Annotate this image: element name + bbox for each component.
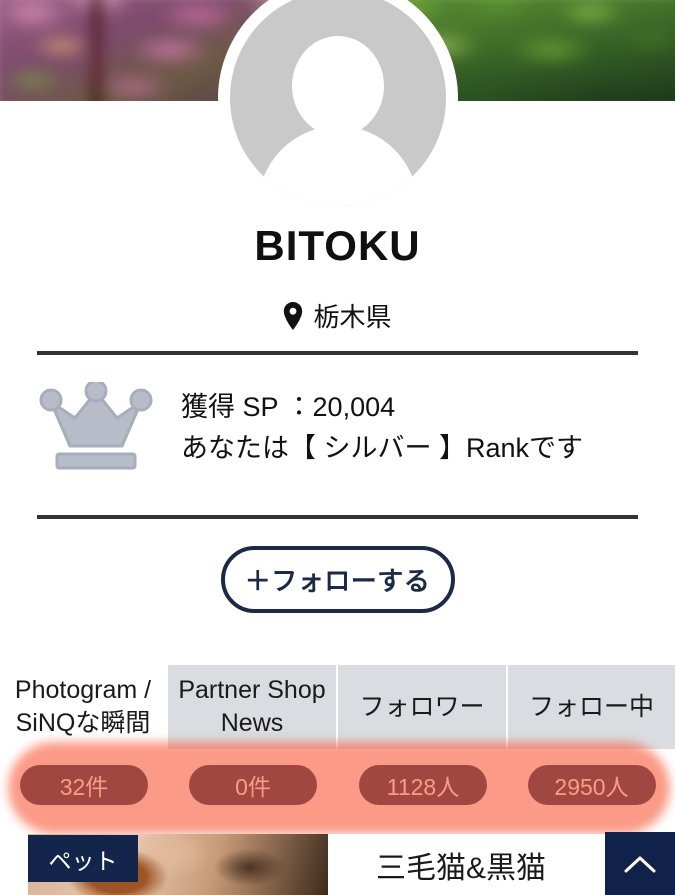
post-title: 三毛猫&黒猫 [375,851,546,885]
follow-button[interactable]: ＋フォローする [220,546,455,613]
count-badge-partner-shop-news[interactable]: 0件 [189,765,317,805]
count-badge-following[interactable]: 2950人 [527,765,656,805]
page-title: BITOKU [254,222,421,269]
tab-count-row: 32件 0件 1128人 2950人 [0,749,675,821]
count-cell-partner-shop-news: 0件 [168,749,338,821]
tab-photogram[interactable]: Photogram / SiNQな瞬間 [0,665,168,749]
sp-line: 獲得 SP ：20,004 [181,392,396,423]
count-cell-photogram: 32件 [0,749,168,821]
tab-followers[interactable]: フォロワー [338,665,508,749]
profile-tabs: Photogram / SiNQな瞬間 Partner Shop News フォ… [0,665,675,749]
divider-bottom [37,515,638,519]
profile-screen: BITOKU 栃木県 獲得 SP ：20,004 あなたは【 シルバー 】Ran… [0,0,675,895]
count-cell-following: 2950人 [508,749,675,821]
rank-section: 獲得 SP ：20,004 あなたは【 シルバー 】Rankです [37,382,583,474]
default-avatar-icon [229,0,446,206]
profile-location-label: 栃木県 [313,302,392,332]
map-pin-icon [284,301,303,330]
divider-top [37,351,638,355]
post-list-item[interactable]: ペット 三毛猫&黒猫 [0,834,675,895]
chevron-up-icon [624,856,656,872]
rank-line: あなたは【 シルバー 】Rankです [181,432,584,463]
scroll-to-top-button[interactable] [605,832,675,895]
tab-partner-shop-news[interactable]: Partner Shop News [168,665,338,749]
avatar[interactable] [217,0,458,218]
count-cell-followers: 1128人 [338,749,508,821]
count-badge-followers[interactable]: 1128人 [359,765,487,805]
avatar-head-shape [291,36,384,136]
avatar-body-shape [257,126,418,206]
profile-location: 栃木県 [0,297,675,334]
rank-text-block: 獲得 SP ：20,004 あなたは【 シルバー 】Rankです [181,392,583,463]
tab-following[interactable]: フォロー中 [508,665,675,749]
crown-icon [39,382,153,470]
count-badge-photogram[interactable]: 32件 [20,765,148,805]
post-category-tag[interactable]: ペット [28,835,138,882]
